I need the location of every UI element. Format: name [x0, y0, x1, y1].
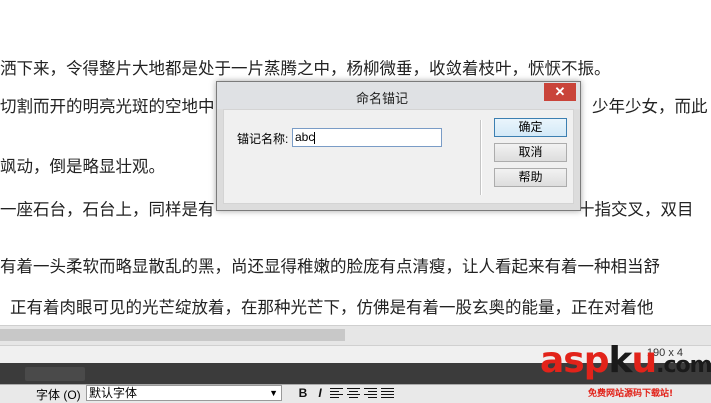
- chevron-down-icon: ▼: [269, 388, 278, 398]
- aspku-logo: aspku.com: [540, 340, 711, 381]
- dialog-titlebar[interactable]: 命名锚记 ✕: [217, 82, 580, 109]
- watermark-tagline: 免费网站源码下载站!: [588, 389, 674, 399]
- logo-part-k: k: [608, 340, 633, 381]
- properties-tab[interactable]: [25, 367, 85, 381]
- font-select[interactable]: 默认字体 ▼: [86, 385, 282, 401]
- align-center-icon[interactable]: [347, 388, 360, 399]
- font-label: 字体 (O): [36, 388, 81, 402]
- doc-line-4-tail: 十指交叉，双目: [578, 200, 694, 219]
- logo-part-asp: asp: [540, 340, 609, 381]
- bold-button[interactable]: B: [295, 386, 311, 401]
- font-select-value: 默认字体: [89, 386, 138, 400]
- doc-line-1: 洒下来，令得整片大地都是处于一片蒸腾之中，杨柳微垂，收敛着枝叶，恹恹不振。: [0, 59, 611, 78]
- doc-line-4: 一座石台，石台上，同样是有: [0, 200, 215, 219]
- help-button[interactable]: 帮助: [494, 168, 567, 187]
- dialog-body: 锚记名称: abc 确定 取消 帮助: [223, 109, 574, 204]
- anchor-name-label: 锚记名称:: [237, 132, 289, 146]
- scrollbar-thumb[interactable]: [0, 329, 345, 341]
- ok-button[interactable]: 确定: [494, 118, 567, 137]
- text-caret: [314, 131, 316, 144]
- close-button[interactable]: ✕: [544, 83, 576, 101]
- doc-line-2-tail: 少年少女，而此: [592, 97, 708, 116]
- logo-part-u: u: [631, 340, 657, 381]
- anchor-name-value: abc: [295, 130, 315, 144]
- logo-part-com: .com: [656, 353, 711, 378]
- doc-line-5: 有着一头柔软而略显散乱的黑，尚还显得稚嫩的脸庞有点清瘦，让人看起来有着一种相当舒: [0, 257, 660, 276]
- doc-line-3: 飒动，倒是略显壮观。: [0, 157, 165, 176]
- align-right-icon[interactable]: [364, 388, 377, 399]
- anchor-name-input[interactable]: abc: [292, 128, 442, 147]
- doc-line-2: 切割而开的明亮光斑的空地中: [0, 97, 215, 116]
- close-icon: ✕: [554, 84, 566, 99]
- align-justify-icon[interactable]: [381, 388, 394, 399]
- doc-line-6: 正有着肉眼可见的光芒绽放着，在那种光芒下，仿佛是有着一股玄奥的能量，正在对着他: [10, 298, 654, 317]
- italic-button[interactable]: I: [312, 386, 328, 401]
- aspku-watermark: aspku.com 免费网站源码下载站!: [540, 340, 711, 402]
- align-left-icon[interactable]: [330, 388, 343, 399]
- named-anchor-dialog: 命名锚记 ✕ 锚记名称: abc 确定 取消 帮助: [216, 81, 581, 211]
- dialog-separator: [480, 120, 482, 195]
- dialog-title: 命名锚记: [355, 91, 408, 106]
- cancel-button[interactable]: 取消: [494, 143, 567, 162]
